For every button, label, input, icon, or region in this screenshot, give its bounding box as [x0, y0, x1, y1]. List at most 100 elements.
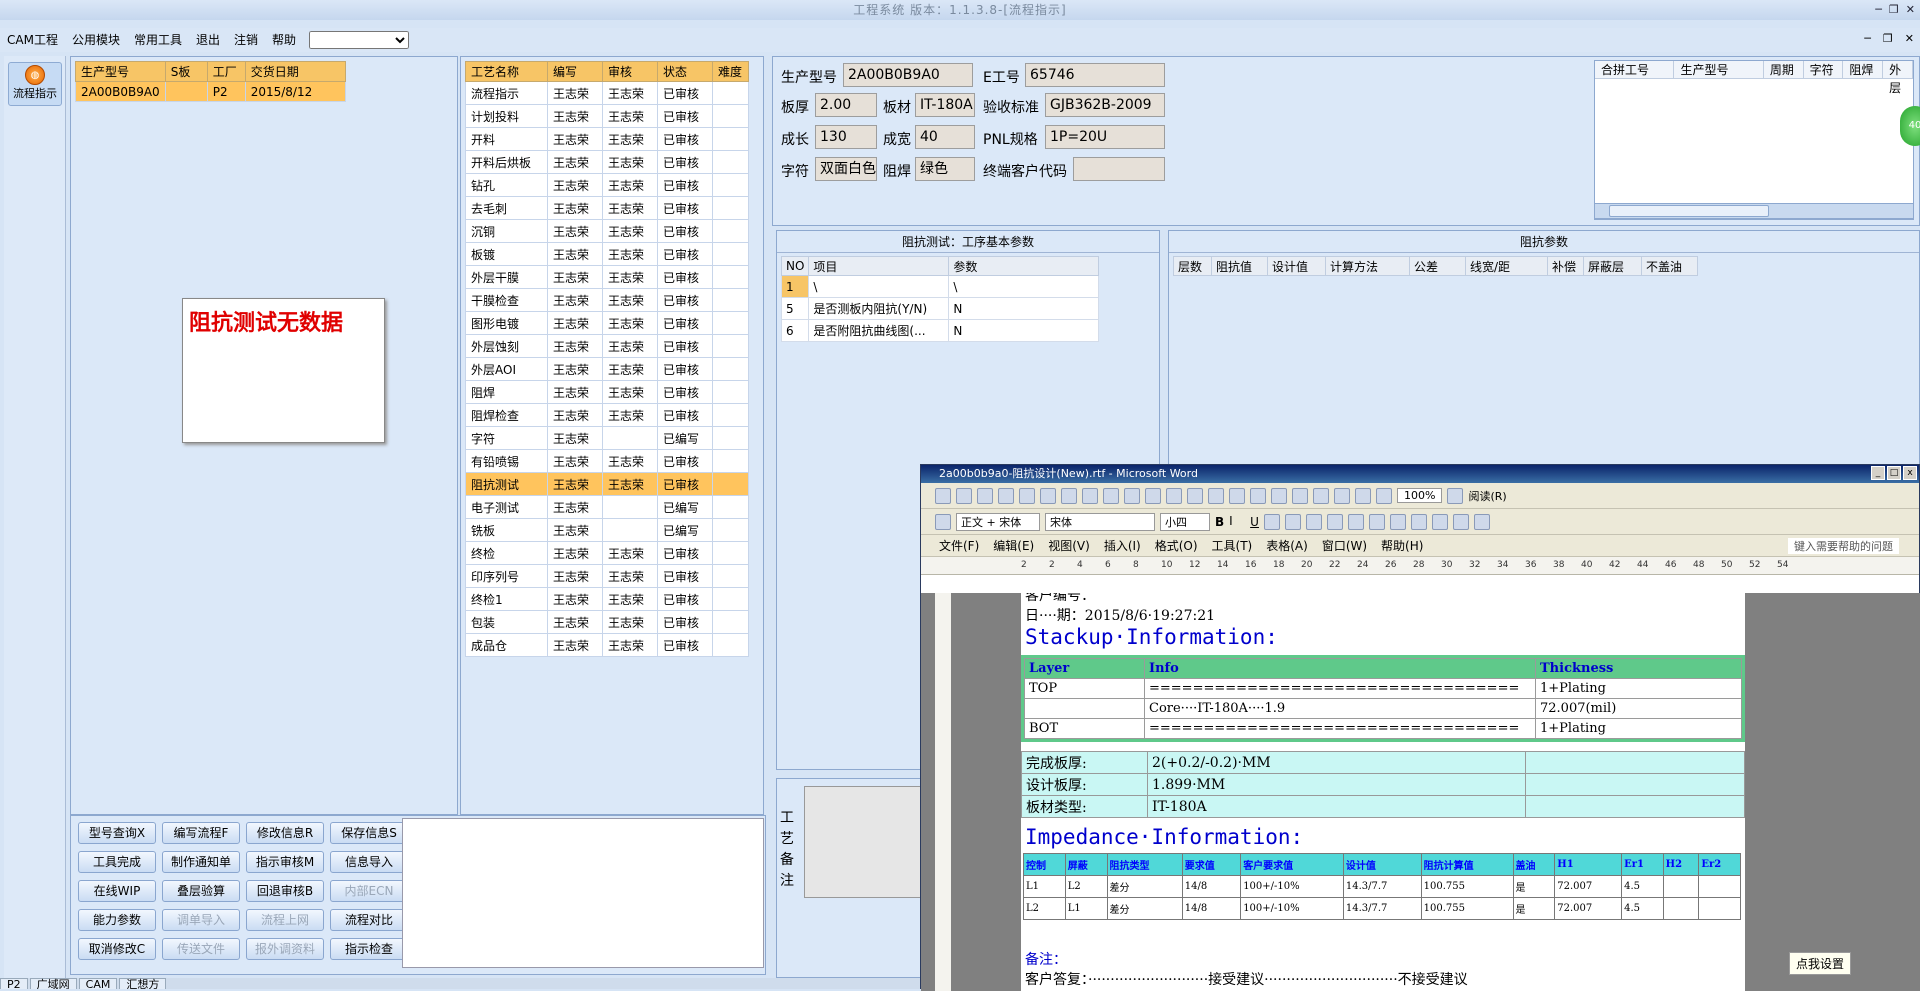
line-spacing-icon[interactable]: [1347, 513, 1364, 530]
cell[interactable]: N: [948, 319, 1100, 342]
cell[interactable]: [712, 587, 749, 611]
cell[interactable]: 已编写: [657, 495, 713, 519]
mask-field[interactable]: 绿色: [915, 157, 975, 181]
word-close-icon[interactable]: x: [1903, 466, 1917, 480]
note-area[interactable]: [402, 818, 764, 968]
cell[interactable]: 王志荣: [547, 242, 603, 266]
cell[interactable]: [712, 610, 749, 634]
cell[interactable]: 王志荣: [547, 334, 603, 358]
cell[interactable]: 王志荣: [547, 472, 603, 496]
spell-icon[interactable]: [1103, 487, 1119, 504]
table-row[interactable]: 铣板 王志荣 已编写: [465, 518, 749, 542]
col-imp-value[interactable]: 阻抗值: [1211, 256, 1268, 276]
new-icon[interactable]: [935, 487, 951, 504]
table-row[interactable]: 干膜检查 王志荣 王志荣 已审核: [465, 288, 749, 312]
cell[interactable]: 电子测试: [465, 495, 548, 519]
cell[interactable]: 开料: [465, 127, 548, 151]
style-select[interactable]: 正文 + 宋体: [956, 512, 1040, 531]
table-row[interactable]: 包装 王志荣 王志荣 已审核: [465, 610, 749, 634]
cell[interactable]: 王志荣: [547, 219, 603, 243]
highlight-icon[interactable]: [1452, 513, 1469, 530]
action-button[interactable]: 能力参数: [78, 909, 156, 931]
menu-select[interactable]: [309, 31, 410, 49]
cell[interactable]: 已审核: [657, 265, 713, 289]
table-row[interactable]: 有铅喷锡 王志荣 王志荣 已审核: [465, 449, 749, 473]
cell[interactable]: 1: [780, 275, 810, 298]
cell[interactable]: 王志荣: [547, 357, 603, 381]
font-select[interactable]: 宋体: [1045, 512, 1155, 531]
cell[interactable]: [712, 633, 749, 657]
cell[interactable]: 已审核: [657, 242, 713, 266]
cell[interactable]: [712, 219, 749, 243]
action-button[interactable]: 叠层验算: [162, 880, 240, 902]
cell[interactable]: 王志荣: [547, 127, 603, 151]
align-center-icon[interactable]: [1284, 513, 1301, 530]
redo-icon[interactable]: [1250, 487, 1266, 504]
col-factory[interactable]: 工厂: [206, 61, 246, 82]
cell[interactable]: 王志荣: [547, 104, 603, 128]
drawing-icon[interactable]: [1334, 487, 1350, 504]
col-merge-mask[interactable]: 阻焊: [1843, 61, 1884, 78]
std-field[interactable]: GJB362B-2009: [1045, 93, 1165, 117]
col-reviewer[interactable]: 审核: [602, 61, 658, 82]
table-row[interactable]: 印序列号 王志荣 王志荣 已审核: [465, 564, 749, 588]
col-linewidth[interactable]: 线宽/距: [1465, 256, 1548, 276]
font-color-icon[interactable]: [1473, 513, 1490, 530]
action-button[interactable]: 流程上网: [246, 909, 324, 931]
table-row[interactable]: 字符 王志荣 已编写: [465, 426, 749, 450]
status-badge[interactable]: 40: [1900, 106, 1920, 146]
table-row[interactable]: 外层AOI 王志荣 王志荣 已审核: [465, 357, 749, 381]
cell[interactable]: 已编写: [657, 518, 713, 542]
cell[interactable]: 王志荣: [602, 403, 658, 427]
cell[interactable]: 王志荣: [547, 426, 603, 450]
table-row[interactable]: 阻抗测试 王志荣 王志荣 已审核: [465, 472, 749, 496]
cell[interactable]: 图形电镀: [465, 311, 548, 335]
cell[interactable]: 王志荣: [602, 265, 658, 289]
col-difficulty[interactable]: 难度: [712, 61, 749, 82]
action-button[interactable]: 编写流程F: [162, 822, 240, 844]
cell[interactable]: 沉铜: [465, 219, 548, 243]
cell[interactable]: 开料后烘板: [465, 150, 548, 174]
word-menu-format[interactable]: 格式(O): [1155, 537, 1198, 554]
cell[interactable]: 已审核: [657, 541, 713, 565]
read-button[interactable]: 阅读(R): [1468, 488, 1506, 504]
cust-field[interactable]: [1073, 157, 1165, 181]
minimize-icon[interactable]: ─: [1875, 0, 1883, 20]
cell[interactable]: 流程指示: [465, 81, 548, 105]
underline-icon[interactable]: U: [1250, 515, 1259, 529]
word-menu-insert[interactable]: 插入(I): [1104, 537, 1141, 554]
cell[interactable]: 王志荣: [602, 219, 658, 243]
cell[interactable]: 已审核: [657, 127, 713, 151]
cell[interactable]: [712, 357, 749, 381]
cell[interactable]: 已审核: [657, 403, 713, 427]
cell[interactable]: 王志荣: [602, 242, 658, 266]
cell[interactable]: [712, 127, 749, 151]
menu-exit[interactable]: 退出: [189, 28, 227, 52]
table-row[interactable]: 开料 王志荣 王志荣 已审核: [465, 127, 749, 151]
cell[interactable]: 王志荣: [547, 495, 603, 519]
table-row[interactable]: 计划投料 王志荣 王志荣 已审核: [465, 104, 749, 128]
cell[interactable]: 阻抗测试: [465, 472, 548, 496]
table-row[interactable]: 2A00B0B9A0 P2 2015/8/12: [75, 81, 346, 102]
menu-cam[interactable]: CAM工程: [0, 28, 65, 52]
close-icon[interactable]: ✕: [1906, 0, 1916, 20]
cell[interactable]: 计划投料: [465, 104, 548, 128]
bullets-icon[interactable]: [1389, 513, 1406, 530]
action-button[interactable]: 保存信息S: [330, 822, 408, 844]
cell[interactable]: 已审核: [657, 633, 713, 657]
outdent-icon[interactable]: [1410, 513, 1427, 530]
cell[interactable]: [164, 81, 208, 102]
mdi-close-icon[interactable]: ✕: [1905, 32, 1914, 45]
print-icon[interactable]: [1040, 487, 1056, 504]
cell[interactable]: [712, 104, 749, 128]
cell[interactable]: 铣板: [465, 518, 548, 542]
scroll-thumb[interactable]: [1609, 205, 1769, 217]
cell[interactable]: 已审核: [657, 81, 713, 105]
cell[interactable]: [712, 334, 749, 358]
word-menu-edit[interactable]: 编辑(E): [993, 537, 1034, 554]
col-s[interactable]: S板: [164, 61, 208, 82]
cell[interactable]: 王志荣: [602, 541, 658, 565]
action-button[interactable]: 取消修改C: [78, 938, 156, 960]
table-row[interactable]: 钻孔 王志荣 王志荣 已审核: [465, 173, 749, 197]
cell[interactable]: 已审核: [657, 219, 713, 243]
